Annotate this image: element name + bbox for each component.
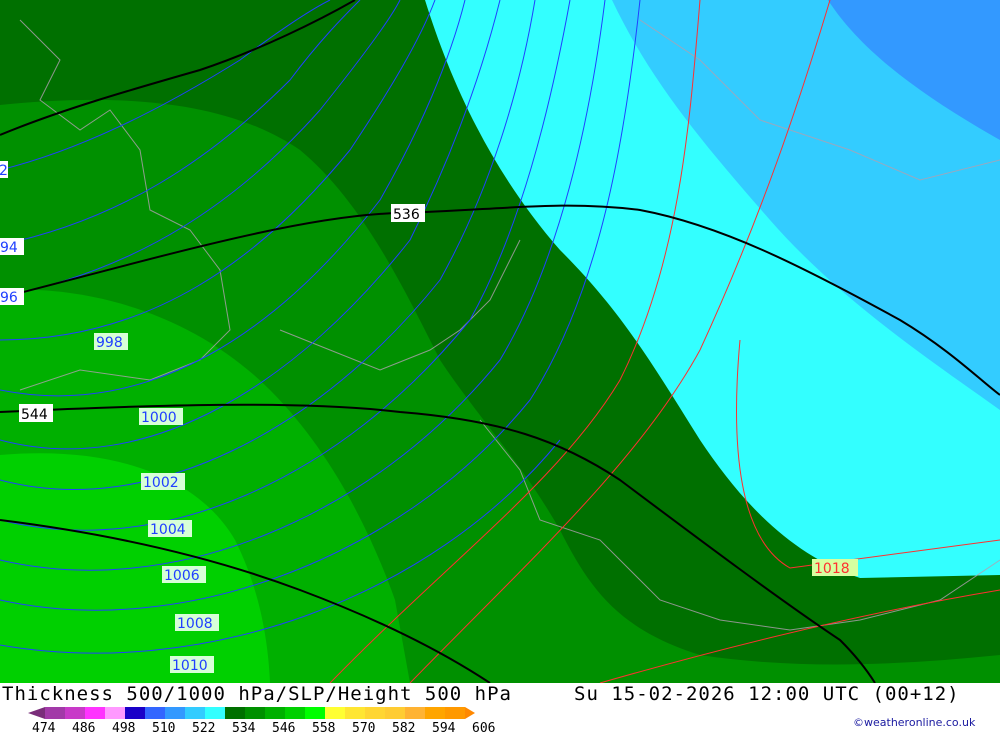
- colorbar-swatch: [125, 707, 145, 719]
- colorbar: 474 486 498 510 522 534 546 558 570 582 594 606: [28, 707, 495, 733]
- colorbar-swatch: [205, 707, 225, 719]
- colorbar-tick-label: 510: [152, 721, 175, 733]
- footer: Thickness 500/1000 hPa/SLP/Height 500 hP…: [0, 683, 1000, 733]
- colorbar-swatch: [325, 707, 345, 719]
- colorbar-tick-label: 594: [432, 721, 456, 733]
- credit-link[interactable]: ©weatheronline.co.uk: [853, 716, 975, 729]
- svg-text:544: 544: [21, 407, 48, 423]
- svg-text:1002: 1002: [143, 475, 179, 491]
- colorbar-arrow-right: [465, 707, 475, 719]
- colorbar-swatch: [425, 707, 445, 719]
- thickness-label-544: 544: [19, 404, 53, 423]
- svg-text:536: 536: [393, 207, 420, 223]
- colorbar-swatch: [225, 707, 245, 719]
- colorbar-tick-label: 558: [312, 721, 335, 733]
- colorbar-swatch: [165, 707, 185, 719]
- colorbar-swatch: [45, 707, 65, 719]
- colorbar-tick-label: 582: [392, 721, 415, 733]
- svg-text:1010: 1010: [172, 658, 208, 674]
- svg-text:94: 94: [0, 240, 18, 256]
- colorbar-swatch: [345, 707, 365, 719]
- svg-text:1018: 1018: [814, 561, 850, 577]
- colorbar-swatch: [85, 707, 105, 719]
- svg-text:1000: 1000: [141, 410, 177, 426]
- colorbar-swatch: [445, 707, 465, 719]
- colorbar-swatch: [185, 707, 205, 719]
- colorbar-swatch: [305, 707, 325, 719]
- colorbar-swatch: [145, 707, 165, 719]
- colorbar-tick-label: 534: [232, 721, 256, 733]
- colorbar-swatch: [365, 707, 385, 719]
- svg-text:1006: 1006: [164, 568, 200, 584]
- thickness-label-536: 536: [391, 204, 425, 223]
- colorbar-tick-label: 606: [472, 721, 495, 733]
- colorbar-swatch: [65, 707, 85, 719]
- svg-text:998: 998: [96, 335, 123, 351]
- svg-text:1008: 1008: [177, 616, 213, 632]
- svg-text:2: 2: [0, 163, 8, 179]
- colorbar-swatch: [245, 707, 265, 719]
- colorbar-tick-label: 498: [112, 721, 135, 733]
- svg-text:96: 96: [0, 290, 18, 306]
- colorbar-tick-label: 522: [192, 721, 215, 733]
- colorbar-swatch: [385, 707, 405, 719]
- colorbar-swatch: [265, 707, 285, 719]
- colorbar-swatch: [405, 707, 425, 719]
- colorbar-swatch: [285, 707, 305, 719]
- valid-datetime: Su 15-02-2026 12:00 UTC (00+12): [574, 683, 960, 705]
- colorbar-arrow-left: [28, 707, 45, 719]
- colorbar-tick-label: 486: [72, 721, 95, 733]
- colorbar-tick-label: 570: [352, 721, 375, 733]
- colorbar-tick-label: 546: [272, 721, 295, 733]
- colorbar-tick-label: 474: [32, 721, 56, 733]
- colorbar-swatch: [105, 707, 125, 719]
- weather-map: 536 544 998 1000 1002 1004 1006 1008 101…: [0, 0, 1000, 683]
- svg-text:1004: 1004: [150, 522, 186, 538]
